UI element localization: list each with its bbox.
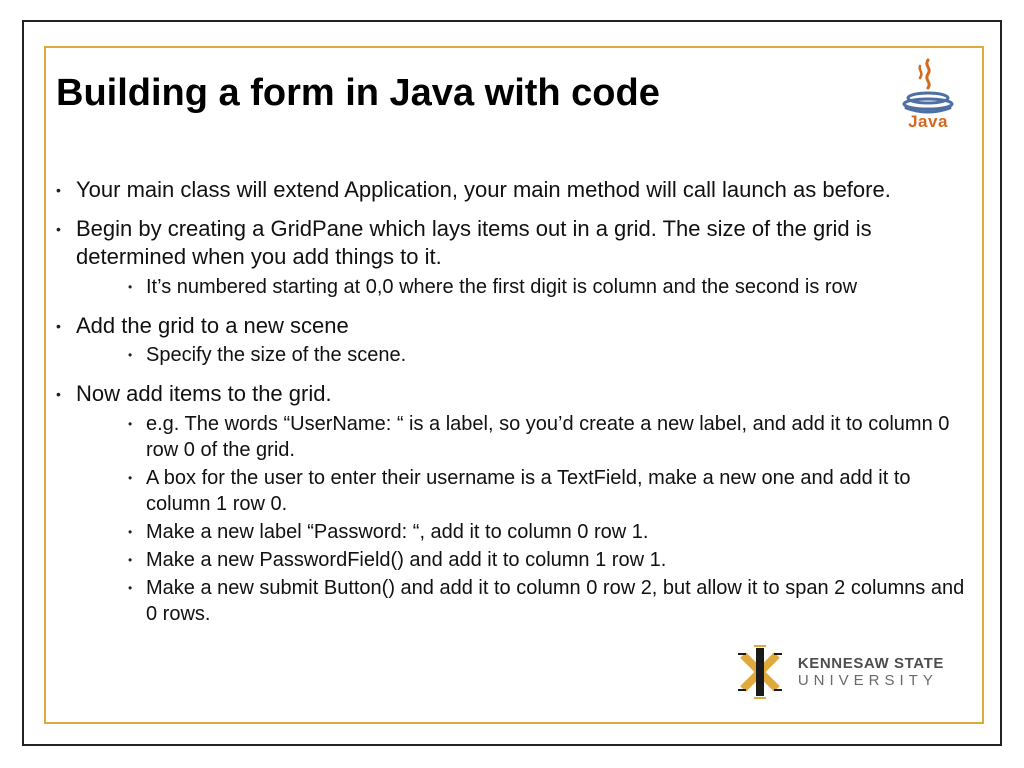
bullet-text-span: Add the grid to a new scene: [76, 313, 349, 338]
bullet-dot-icon: •: [56, 380, 76, 629]
slide-canvas: Building a form in Java with code Java •…: [0, 0, 1024, 768]
bullet-dot-icon: •: [128, 274, 146, 300]
bullet-text: Your main class will extend Application,…: [76, 176, 972, 205]
bullet-dot-icon: •: [56, 215, 76, 302]
java-logo: Java: [892, 58, 964, 146]
ksu-logo: KENNESAW STATE UNIVERSITY: [732, 644, 944, 700]
bullet-dot-icon: •: [128, 575, 146, 627]
sub-bullet-text: It’s numbered starting at 0,0 where the …: [146, 274, 972, 300]
bullet-dot-icon: •: [128, 411, 146, 463]
bullet-item: • Add the grid to a new scene • Specify …: [56, 312, 972, 371]
ksu-mark-icon: [732, 644, 788, 700]
sub-list: • e.g. The words “UserName: “ is a label…: [76, 411, 972, 627]
ksu-name-top: KENNESAW STATE: [798, 656, 944, 671]
bullet-dot-icon: •: [128, 342, 146, 368]
bullet-text: Begin by creating a GridPane which lays …: [76, 215, 972, 302]
bullet-item: • Begin by creating a GridPane which lay…: [56, 215, 972, 302]
sub-bullet-item: • Make a new label “Password: “, add it …: [128, 519, 972, 545]
java-logo-label: Java: [908, 112, 948, 132]
sub-list: • Specify the size of the scene.: [76, 342, 972, 368]
sub-bullet-text: Make a new label “Password: “, add it to…: [146, 519, 972, 545]
sub-bullet-item: • e.g. The words “UserName: “ is a label…: [128, 411, 972, 463]
slide-content: Building a form in Java with code Java •…: [56, 62, 972, 708]
sub-bullet-text: A box for the user to enter their userna…: [146, 465, 972, 517]
java-steam-icon: [898, 58, 958, 114]
bullet-dot-icon: •: [128, 547, 146, 573]
bullet-item: • Your main class will extend Applicatio…: [56, 176, 972, 205]
ksu-text: KENNESAW STATE UNIVERSITY: [798, 656, 944, 688]
bullet-dot-icon: •: [128, 519, 146, 545]
sub-bullet-text: Make a new PasswordField() and add it to…: [146, 547, 972, 573]
slide-title: Building a form in Java with code: [56, 72, 660, 116]
bullet-text-span: Begin by creating a GridPane which lays …: [76, 216, 872, 270]
bullet-dot-icon: •: [56, 312, 76, 371]
bullet-text-span: Now add items to the grid.: [76, 381, 332, 406]
sub-bullet-text: e.g. The words “UserName: “ is a label, …: [146, 411, 972, 463]
sub-bullet-item: • Make a new submit Button() and add it …: [128, 575, 972, 627]
title-row: Building a form in Java with code Java: [56, 62, 972, 150]
sub-bullet-item: • A box for the user to enter their user…: [128, 465, 972, 517]
sub-bullet-text: Make a new submit Button() and add it to…: [146, 575, 972, 627]
ksu-name-bottom: UNIVERSITY: [798, 673, 944, 688]
sub-bullet-text: Specify the size of the scene.: [146, 342, 972, 368]
bullet-dot-icon: •: [56, 176, 76, 205]
sub-bullet-item: • Make a new PasswordField() and add it …: [128, 547, 972, 573]
bullet-item: • Now add items to the grid. • e.g. The …: [56, 380, 972, 629]
bullet-dot-icon: •: [128, 465, 146, 517]
slide-body: • Your main class will extend Applicatio…: [56, 176, 972, 629]
sub-bullet-item: • It’s numbered starting at 0,0 where th…: [128, 274, 972, 300]
bullet-text: Now add items to the grid. • e.g. The wo…: [76, 380, 972, 629]
sub-list: • It’s numbered starting at 0,0 where th…: [76, 274, 972, 300]
bullet-text: Add the grid to a new scene • Specify th…: [76, 312, 972, 371]
sub-bullet-item: • Specify the size of the scene.: [128, 342, 972, 368]
